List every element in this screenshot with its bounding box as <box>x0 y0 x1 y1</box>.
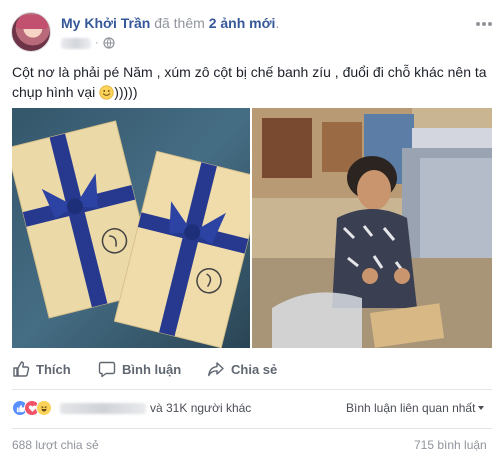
post-body-tail: ))))) <box>114 84 138 100</box>
share-count[interactable]: 688 lượt chia sẻ <box>12 438 99 452</box>
post-header: My Khởi Trần đã thêm 2 ảnh mới. · <box>0 0 504 56</box>
comment-label: Bình luận <box>122 361 182 377</box>
post-title-line: My Khởi Trần đã thêm 2 ảnh mới. <box>61 15 279 31</box>
share-label: Chia sẻ <box>231 361 278 377</box>
divider <box>12 389 492 390</box>
divider <box>12 428 492 429</box>
action-suffix: . <box>275 15 280 31</box>
post-text: Cột nơ là phải pé Năm , xúm zô cột bị ch… <box>12 62 492 102</box>
facebook-post: My Khởi Trần đã thêm 2 ảnh mới. · Cột nơ… <box>0 0 504 459</box>
reaction-names: và 31K người khác <box>60 401 251 415</box>
action-prefix: đã thêm <box>154 15 205 31</box>
more-options-icon[interactable] <box>476 20 492 28</box>
share-button[interactable]: Chia sẻ <box>207 354 277 384</box>
reactor-names-blurred[interactable] <box>60 402 146 414</box>
new-photos-link[interactable]: 2 ảnh mới <box>209 15 276 31</box>
comment-sort-dropdown[interactable]: Bình luận liên quan nhất <box>346 401 485 415</box>
photo-woman-tying-bows[interactable] <box>252 108 492 348</box>
reaction-others-text: và 31K người khác <box>150 401 252 415</box>
photo-grid <box>12 108 492 348</box>
comment-icon <box>98 361 116 378</box>
like-button[interactable]: Thích <box>12 354 71 384</box>
author-name[interactable]: My Khởi Trần <box>61 15 150 31</box>
smile-emoji-icon <box>99 85 114 100</box>
post-action-text: đã thêm 2 ảnh mới. <box>154 15 279 31</box>
share-arrow-icon <box>208 362 224 377</box>
comment-sort-label: Bình luận liên quan nhất <box>346 401 476 415</box>
haha-reaction-icon <box>36 400 52 416</box>
post-meta: · <box>61 35 115 51</box>
comment-count[interactable]: 715 bình luận <box>414 438 487 452</box>
caret-down-icon <box>478 406 485 410</box>
post-actions: Thích Bình luận Chia sẻ <box>0 354 504 384</box>
globe-icon[interactable] <box>103 37 115 49</box>
post-timestamp-blurred[interactable] <box>61 37 91 49</box>
like-label: Thích <box>36 361 71 377</box>
author-avatar[interactable] <box>11 12 51 52</box>
meta-separator: · <box>95 37 99 49</box>
gift-cards-illustration <box>12 108 250 348</box>
comment-button[interactable]: Bình luận <box>98 354 181 384</box>
reaction-summary[interactable]: và 31K người khác <box>12 398 251 418</box>
thumbs-up-icon <box>13 361 30 377</box>
woman-photo-illustration <box>252 108 492 348</box>
photo-gift-cards[interactable] <box>12 108 250 348</box>
post-body: Cột nơ là phải pé Năm , xúm zô cột bị ch… <box>12 64 487 100</box>
